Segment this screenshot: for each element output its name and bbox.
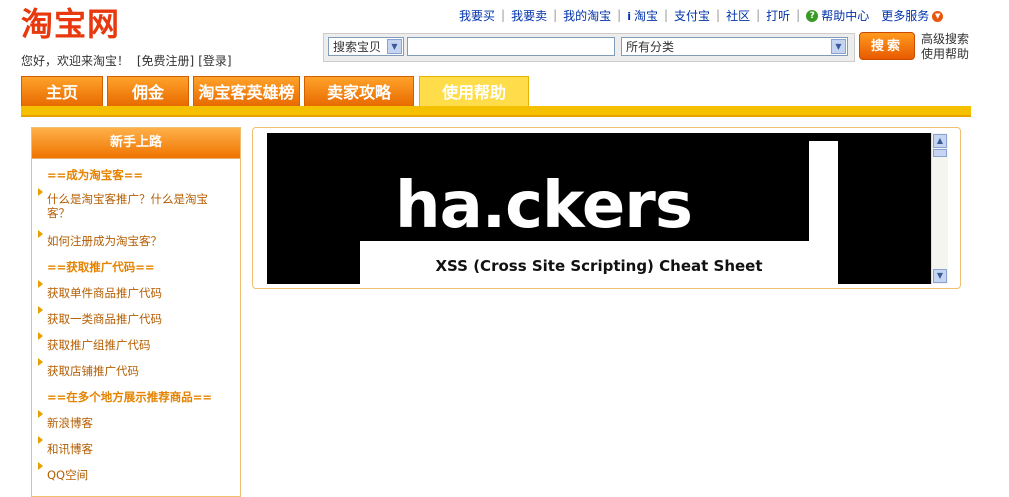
sidebar-item-label: QQ空间: [47, 468, 89, 482]
sidebar: 新手上路 ==成为淘宝客== 什么是淘宝客推广？什么是淘宝客？ 如何注册成为淘宝客？…: [31, 127, 241, 497]
tab-usage-help[interactable]: 使用帮助: [419, 76, 529, 108]
sidebar-item-label: ==获取推广代码==: [47, 260, 155, 274]
login-link[interactable]: [登录]: [198, 54, 231, 68]
welcome-bar: 您好，欢迎来淘宝！ [免费注册] [登录]: [21, 52, 236, 69]
sidebar-item-label: 新浪博客: [47, 416, 93, 430]
sidebar-item-label: 获取推广组推广代码: [47, 338, 151, 352]
caret-right-icon: [38, 436, 43, 444]
caret-right-icon: [38, 410, 43, 418]
sidebar-link[interactable]: 新浪博客: [32, 407, 240, 433]
help-icon: ?: [806, 10, 819, 22]
main-nav: 主页 佣金 淘宝客英雄榜 卖家攻略 使用帮助: [21, 76, 971, 117]
scroll-up-icon[interactable]: ▲: [933, 134, 947, 148]
sidebar-link[interactable]: 获取推广组推广代码: [32, 329, 240, 355]
caret-right-icon: [38, 462, 43, 470]
top-link-more-services[interactable]: 更多服务 ▼: [875, 7, 949, 24]
search-type-value: 搜索宝贝: [333, 40, 382, 54]
sidebar-link[interactable]: 和讯博客: [32, 433, 240, 459]
sidebar-item-label: 什么是淘宝客推广？什么是淘宝客？: [47, 192, 208, 220]
top-link-alipay[interactable]: 支付宝: [668, 7, 716, 24]
tab-seller-guide[interactable]: 卖家攻略: [304, 76, 414, 106]
sidebar-item-label: ==在多个地方展示推荐商品==: [47, 390, 213, 404]
usage-help-link[interactable]: 使用帮助: [921, 47, 969, 62]
sidebar-link[interactable]: QQ空间: [32, 459, 240, 485]
caret-right-icon: [38, 280, 43, 288]
welcome-text: 您好，欢迎来淘宝！: [21, 54, 130, 68]
scroll-thumb[interactable]: [933, 149, 947, 157]
chevron-down-icon: ▼: [932, 10, 944, 22]
sidebar-item-label: ==成为淘宝客==: [47, 168, 144, 182]
top-link-my-taobao[interactable]: 我的淘宝: [557, 7, 617, 24]
caret-right-icon: [38, 188, 43, 196]
search-type-select[interactable]: 搜索宝贝 ▼: [328, 37, 404, 56]
sidebar-link[interactable]: 获取一类商品推广代码: [32, 303, 240, 329]
top-link-taobao[interactable]: i 淘宝: [621, 7, 664, 24]
caret-right-icon: [38, 230, 43, 238]
top-link-sell[interactable]: 我要卖: [505, 7, 553, 24]
sidebar-link[interactable]: 获取单件商品推广代码: [32, 277, 240, 303]
sidebar-item-label: 获取店铺推广代码: [47, 364, 139, 378]
top-link-ask[interactable]: 打听: [760, 7, 796, 24]
nav-underline: [21, 106, 971, 117]
sidebar-list: ==成为淘宝客== 什么是淘宝客推广？什么是淘宝客？ 如何注册成为淘宝客？ ==获取推…: [32, 159, 240, 485]
sidebar-item-label: 获取一类商品推广代码: [47, 312, 162, 326]
advanced-search-link[interactable]: 高级搜索: [921, 32, 969, 47]
top-link-buy[interactable]: 我要买: [459, 7, 501, 24]
tab-hero-ranking[interactable]: 淘宝客英雄榜: [193, 76, 300, 106]
tab-home[interactable]: 主页: [21, 76, 103, 106]
scroll-down-icon[interactable]: ▼: [933, 269, 947, 283]
sidebar-item-label: 和讯博客: [47, 442, 93, 456]
sidebar-link[interactable]: 获取店铺推广代码: [32, 355, 240, 381]
iframe-viewport: ha.ckers XSS (Cross Site Scripting) Chea…: [267, 133, 948, 284]
sidebar-section-heading: ==获取推广代码==: [32, 251, 240, 277]
top-link-taobao-label: 淘宝: [633, 8, 658, 23]
chevron-down-icon[interactable]: ▼: [387, 39, 402, 54]
top-links: 我要买 | 我要卖 | 我的淘宝 | i 淘宝 | 支付宝 | 社区 | 打听 | ? 帮助中心 …: [459, 7, 949, 23]
vertical-scrollbar[interactable]: ▲ ▼: [931, 133, 948, 284]
category-value: 所有分类: [626, 40, 675, 54]
sidebar-item-label: 获取单件商品推广代码: [47, 286, 162, 300]
banner-logo-text: ha.ckers: [395, 169, 693, 243]
caret-right-icon: [38, 332, 43, 340]
search-bar: 搜索宝贝 ▼ 所有分类 ▼: [323, 33, 855, 62]
content-frame: ha.ckers XSS (Cross Site Scripting) Chea…: [252, 127, 961, 289]
sidebar-link[interactable]: 什么是淘宝客推广？什么是淘宝客？: [32, 185, 240, 227]
top-link-help-center[interactable]: ? 帮助中心: [800, 7, 875, 24]
hackers-banner: ha.ckers XSS (Cross Site Scripting) Chea…: [267, 133, 931, 284]
top-link-more-label: 更多服务: [881, 8, 930, 23]
taobao-logo[interactable]: 淘宝网: [21, 6, 120, 42]
sidebar-section-heading: ==在多个地方展示推荐商品==: [32, 381, 240, 407]
sidebar-item-label: 如何注册成为淘宝客？: [47, 234, 162, 248]
top-link-help-center-label: 帮助中心: [821, 8, 870, 23]
caret-right-icon: [38, 358, 43, 366]
banner-subtitle: XSS (Cross Site Scripting) Cheat Sheet: [435, 257, 763, 275]
category-select[interactable]: 所有分类 ▼: [621, 37, 848, 56]
top-link-community[interactable]: 社区: [720, 7, 756, 24]
sidebar-section-heading: ==成为淘宝客==: [32, 159, 240, 185]
search-button[interactable]: 搜索: [859, 32, 915, 60]
search-extra-links: 高级搜索 使用帮助: [921, 32, 969, 62]
info-icon: i: [627, 9, 631, 23]
search-input[interactable]: [407, 37, 615, 56]
tab-commission[interactable]: 佣金: [107, 76, 189, 106]
sidebar-title: 新手上路: [32, 128, 240, 159]
caret-right-icon: [38, 306, 43, 314]
chevron-down-icon[interactable]: ▼: [831, 39, 846, 54]
register-link[interactable]: [免费注册]: [137, 54, 194, 68]
sidebar-link[interactable]: 如何注册成为淘宝客？: [32, 227, 240, 251]
